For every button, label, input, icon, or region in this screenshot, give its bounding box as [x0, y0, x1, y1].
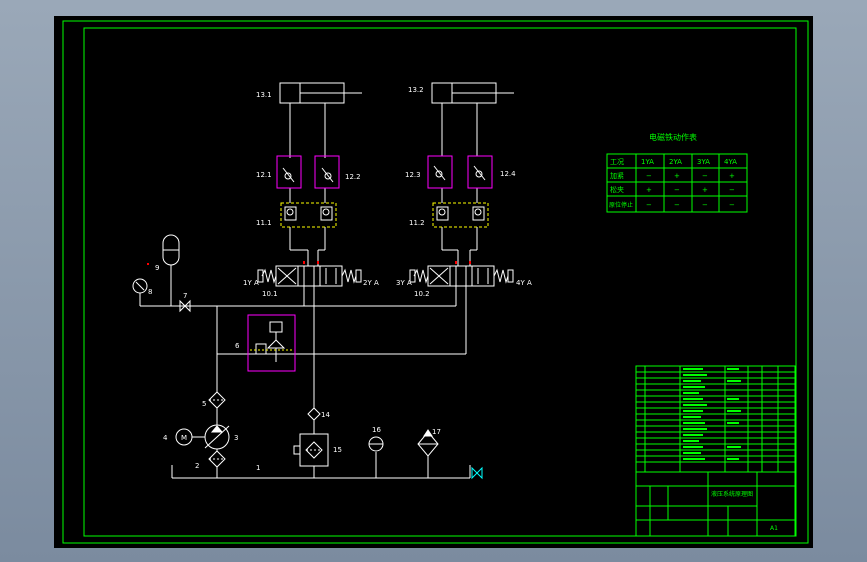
label-chk-4: 12.4 [500, 170, 516, 178]
label-pump: 3 [234, 434, 238, 442]
label-valve-2: 10.2 [414, 290, 430, 298]
label-shutoff: 7 [183, 292, 187, 300]
label-thermo: 16 [372, 426, 381, 434]
table-cell: − [702, 172, 708, 180]
label-lock-2: 11.2 [409, 219, 425, 227]
hydraulic-schematic: M 13.1 13.2 12.1 12.2 12.3 12.4 11.1 11.… [54, 16, 813, 548]
label-tank: 1 [256, 464, 260, 472]
label-filter-5: 5 [202, 400, 206, 408]
label-chk-2: 12.2 [345, 173, 361, 181]
table-cell: + [646, 186, 652, 194]
table-header-2: 2YA [669, 158, 682, 166]
label-cooler: 17 [432, 428, 441, 436]
label-filter-14: 14 [321, 411, 330, 419]
label-chk-3: 12.3 [405, 171, 421, 179]
label-strainer: 2 [195, 462, 199, 470]
table-cell: − [674, 201, 680, 209]
table-cell: − [729, 201, 735, 209]
table-cell: 松夹 [610, 185, 624, 194]
label-sol-2: 2Y A [363, 279, 379, 287]
label-chk-1: 12.1 [256, 171, 272, 179]
table-cell: − [674, 186, 680, 194]
table-header-3: 3YA [697, 158, 710, 166]
label-relief: 6 [235, 342, 240, 350]
label-sol-1: 1Y A [243, 279, 259, 287]
table-cell: − [702, 201, 708, 209]
cad-viewport[interactable]: M 13.1 13.2 12.1 12.2 12.3 12.4 11.1 11.… [0, 0, 867, 562]
label-valve-1: 10.1 [262, 290, 278, 298]
label-cyl-1: 13.1 [256, 91, 272, 99]
table-cell: 原位停止 [609, 201, 633, 209]
label-motor: 4 [163, 434, 168, 442]
table-header-1: 1YA [641, 158, 654, 166]
table-cell: − [646, 201, 652, 209]
solenoid-table-title: 电磁铁动作表 [649, 132, 697, 142]
label-sol-4: 4Y A [516, 279, 532, 287]
table-header-0: 工况 [610, 158, 624, 166]
table-cell: + [674, 172, 680, 180]
drawing-sheet [54, 16, 813, 548]
label-gauge: 8 [148, 288, 152, 296]
table-cell: 加紧 [610, 171, 624, 180]
table-cell: + [729, 172, 735, 180]
label-accumulator: 9 [155, 264, 159, 272]
table-cell: − [646, 172, 652, 180]
label-cyl-2: 13.2 [408, 86, 424, 94]
table-header-4: 4YA [724, 158, 737, 166]
label-lock-1: 11.1 [256, 219, 272, 227]
svg-text:M: M [181, 434, 187, 442]
table-cell: + [702, 186, 708, 194]
title-block-sheet: A1 [770, 525, 778, 532]
label-sol-3: 3Y A [396, 279, 412, 287]
label-filter-15: 15 [333, 446, 342, 454]
table-cell: − [729, 186, 735, 194]
title-block-title: 液压系统原理图 [711, 490, 753, 498]
